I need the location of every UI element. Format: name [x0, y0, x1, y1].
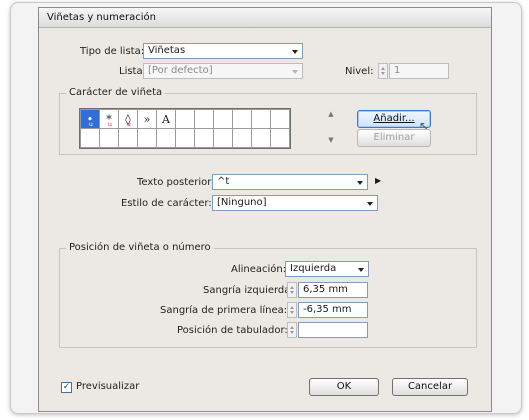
first-line-indent-field[interactable]: -6,35 mm [298, 302, 368, 318]
bullet-glyph-cell[interactable] [270, 128, 290, 148]
char-style-select[interactable]: [Ninguno] [212, 195, 378, 211]
bullet-glyph-cell[interactable] [80, 128, 100, 148]
grid-scroll-up[interactable]: ▲ [327, 110, 335, 118]
bullet-glyph-cell[interactable] [213, 128, 233, 148]
chevron-down-icon [358, 268, 364, 272]
chevron-down-icon [292, 70, 298, 74]
list-value: [Por defecto] [148, 65, 213, 76]
bullet-glyph-cell[interactable]: A [156, 109, 176, 129]
list-select[interactable]: [Por defecto] [143, 63, 303, 79]
bullet-glyph-cell[interactable]: » [137, 109, 157, 129]
bullet-glyph-cell[interactable] [194, 109, 214, 129]
chevron-down-icon [357, 181, 363, 185]
chevron-down-icon [292, 50, 298, 54]
bullet-character-grid: • u * u ◊ u » A [79, 108, 291, 149]
bullet-glyph-cell[interactable]: ◊ u [118, 109, 138, 129]
list-type-select[interactable]: Viñetas [143, 43, 303, 59]
caret-right-icon[interactable]: ▶ [375, 176, 381, 185]
bullet-glyph-cell[interactable] [232, 128, 252, 148]
left-indent-stepper[interactable] [287, 282, 297, 298]
chevron-down-icon [367, 202, 373, 206]
grid-scroll-down[interactable]: ▼ [327, 136, 335, 144]
delete-button[interactable]: Eliminar [357, 129, 431, 147]
list-label: Lista: [119, 66, 146, 77]
list-type-label: Tipo de lista: [80, 46, 145, 57]
text-after-value: ^t [217, 176, 230, 187]
bullet-character-group-title: Carácter de viñeta [66, 87, 166, 98]
level-field[interactable]: 1 [389, 63, 449, 79]
tab-position-field[interactable] [298, 322, 368, 338]
tab-position-label: Posición de tabulador: [177, 325, 288, 336]
alignment-value: Izquierda [290, 263, 337, 274]
level-stepper[interactable] [378, 63, 388, 79]
level-label: Nivel: [345, 66, 374, 77]
first-line-indent-label: Sangría de primera línea: [160, 305, 288, 316]
bullet-position-group-title: Posición de viñeta o número [66, 242, 214, 253]
left-indent-label: Sangría izquierda: [203, 285, 294, 296]
bullet-glyph-cell[interactable]: • u [80, 109, 100, 129]
char-style-label: Estilo de carácter: [121, 198, 212, 209]
cancel-button[interactable]: Cancelar [392, 378, 468, 396]
alignment-select[interactable]: Izquierda [285, 261, 369, 277]
bullet-glyph-cell[interactable] [251, 109, 271, 129]
preview-checkbox[interactable]: ✓ [61, 382, 72, 393]
bullet-glyph-cell[interactable] [213, 109, 233, 129]
bullet-glyph-cell[interactable] [194, 128, 214, 148]
char-style-value: [Ninguno] [217, 197, 267, 208]
left-indent-field[interactable]: 6,35 mm [298, 282, 368, 298]
bullet-glyph-cell[interactable] [270, 109, 290, 129]
first-line-indent-value: -6,35 mm [303, 304, 352, 315]
bullet-glyph-cell[interactable] [175, 109, 195, 129]
bullet-glyph-cell[interactable] [99, 128, 119, 148]
tab-position-stepper[interactable] [287, 322, 297, 338]
bullet-glyph-cell[interactable] [232, 109, 252, 129]
bullet-glyph-cell[interactable] [118, 128, 138, 148]
left-indent-value: 6,35 mm [303, 284, 348, 295]
bullet-glyph-cell[interactable] [251, 128, 271, 148]
bullet-glyph-cell[interactable] [175, 128, 195, 148]
text-after-field[interactable]: ^t [212, 174, 368, 190]
bullet-glyph-cell[interactable]: * u [99, 109, 119, 129]
dialog-title: Viñetas y numeración [39, 8, 491, 28]
ok-button[interactable]: OK [309, 378, 379, 396]
bullet-glyph-cell[interactable] [156, 128, 176, 148]
bullets-numbering-dialog: Viñetas y numeración Tipo de lista: Viñe… [38, 7, 492, 412]
text-after-label: Texto posterior: [137, 177, 215, 188]
alignment-label: Alineación: [231, 264, 287, 275]
preview-label: Previsualizar [76, 381, 140, 392]
bullet-glyph-cell[interactable] [137, 128, 157, 148]
first-line-indent-stepper[interactable] [287, 302, 297, 318]
list-type-value: Viñetas [148, 45, 186, 56]
level-value: 1 [394, 65, 401, 76]
